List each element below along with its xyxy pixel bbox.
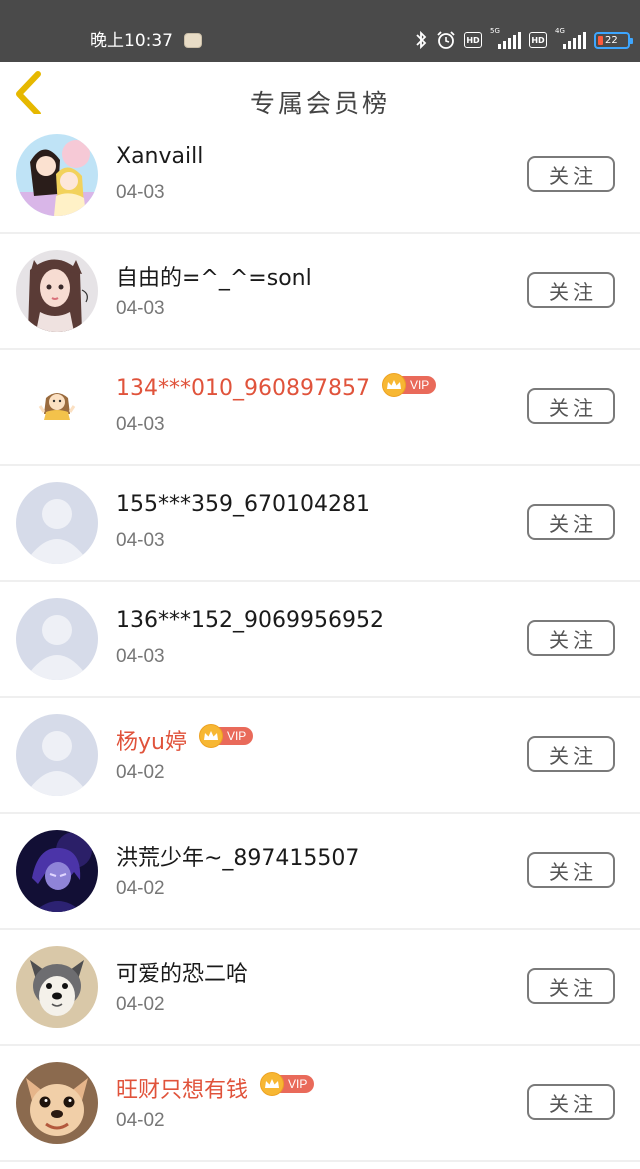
member-name: 洪荒少年~_897415507 <box>116 840 359 872</box>
alarm-icon <box>436 30 456 50</box>
member-name: 可爱的恐二哈 <box>116 956 248 988</box>
member-name: Xanvaill <box>116 144 203 169</box>
follow-button[interactable]: 关注 <box>527 736 615 772</box>
avatar[interactable] <box>16 1062 98 1144</box>
avatar[interactable] <box>16 250 98 332</box>
hd-icon-2: HD <box>529 32 547 48</box>
member-list: Xanvaill 04-03 关注 自由的=^_^=sonl 04-03 关注 134***… <box>0 118 640 1162</box>
member-date: 04-02 <box>116 762 165 783</box>
follow-button[interactable]: 关注 <box>527 968 615 1004</box>
list-item[interactable]: 136***152_9069956952 04-03 关注 <box>0 582 640 698</box>
list-item[interactable]: 杨yu婷 VIP 04-02 关注 <box>0 698 640 814</box>
list-item[interactable]: 自由的=^_^=sonl 04-03 关注 <box>0 234 640 350</box>
crown-icon <box>198 724 223 748</box>
vip-badge: VIP <box>198 724 254 748</box>
member-name: 134***010_960897857 VIP <box>116 372 437 401</box>
status-bar: 晚上10:37 HD 5G HD 4G 22 <box>0 0 640 62</box>
list-item[interactable]: 155***359_670104281 04-03 关注 <box>0 466 640 582</box>
vip-badge: VIP <box>260 1072 315 1096</box>
follow-button[interactable]: 关注 <box>527 1084 615 1120</box>
status-icons: HD 5G HD 4G 22 <box>414 27 633 52</box>
crown-icon <box>381 372 406 397</box>
notification-icon <box>184 33 202 48</box>
member-date: 04-02 <box>116 1110 165 1131</box>
member-date: 04-03 <box>116 182 165 203</box>
list-item[interactable]: 可爱的恐二哈 04-02 关注 <box>0 930 640 1046</box>
member-name-text: 杨yu婷 <box>116 730 187 755</box>
follow-button[interactable]: 关注 <box>527 852 615 888</box>
member-name-text: 134***010_960897857 <box>116 376 370 401</box>
member-date: 04-02 <box>116 994 165 1015</box>
hd-icon: HD <box>464 32 482 48</box>
member-name: 旺财只想有钱 VIP <box>116 1072 315 1104</box>
member-name-text: 可爱的恐二哈 <box>116 962 249 987</box>
follow-button[interactable]: 关注 <box>527 272 615 308</box>
member-name-text: 155***359_670104281 <box>116 492 370 517</box>
signal-5g-icon: 5G <box>490 27 521 49</box>
follow-button[interactable]: 关注 <box>527 388 615 424</box>
member-date: 04-03 <box>116 530 165 551</box>
net-5g-label: 5G <box>490 27 500 35</box>
vip-badge: VIP <box>381 372 437 397</box>
member-date: 04-03 <box>116 414 165 435</box>
list-item[interactable]: Xanvaill 04-03 关注 <box>0 118 640 234</box>
crown-icon <box>260 1072 285 1096</box>
avatar[interactable] <box>16 598 98 680</box>
bluetooth-icon <box>414 30 428 50</box>
member-name-text: 洪荒少年~_897415507 <box>116 846 360 871</box>
member-name-text: Xanvaill <box>116 144 204 169</box>
member-date: 04-03 <box>116 298 165 319</box>
list-item[interactable]: 洪荒少年~_897415507 04-02 关注 <box>0 814 640 930</box>
list-item[interactable]: 旺财只想有钱 VIP 04-02 关注 <box>0 1046 640 1162</box>
avatar[interactable] <box>16 830 98 912</box>
list-item[interactable]: 134***010_960897857 VIP 04-03 关注 <box>0 350 640 466</box>
member-name-text: 旺财只想有钱 <box>116 1078 249 1103</box>
member-name-text: 自由的=^_^=sonl <box>116 266 312 291</box>
battery-icon: 22 <box>594 31 633 49</box>
member-name: 自由的=^_^=sonl <box>116 260 312 292</box>
follow-button[interactable]: 关注 <box>527 504 615 540</box>
status-time: 晚上10:37 <box>90 31 173 51</box>
member-date: 04-03 <box>116 646 165 667</box>
follow-button[interactable]: 关注 <box>527 620 615 656</box>
net-4g-label: 4G <box>555 27 565 35</box>
signal-4g-icon: 4G <box>555 27 586 49</box>
avatar[interactable] <box>16 482 98 564</box>
avatar[interactable] <box>16 714 98 796</box>
member-name: 杨yu婷 VIP <box>116 724 254 756</box>
page-title: 专属会员榜 <box>249 89 390 118</box>
follow-button[interactable]: 关注 <box>527 156 615 192</box>
avatar[interactable] <box>16 946 98 1028</box>
member-date: 04-02 <box>116 878 165 899</box>
avatar[interactable] <box>16 134 98 216</box>
member-name: 155***359_670104281 <box>116 492 370 517</box>
member-name: 136***152_9069956952 <box>116 608 384 633</box>
member-name-text: 136***152_9069956952 <box>116 608 384 633</box>
battery-level: 22 <box>605 34 618 46</box>
avatar[interactable] <box>16 366 98 448</box>
